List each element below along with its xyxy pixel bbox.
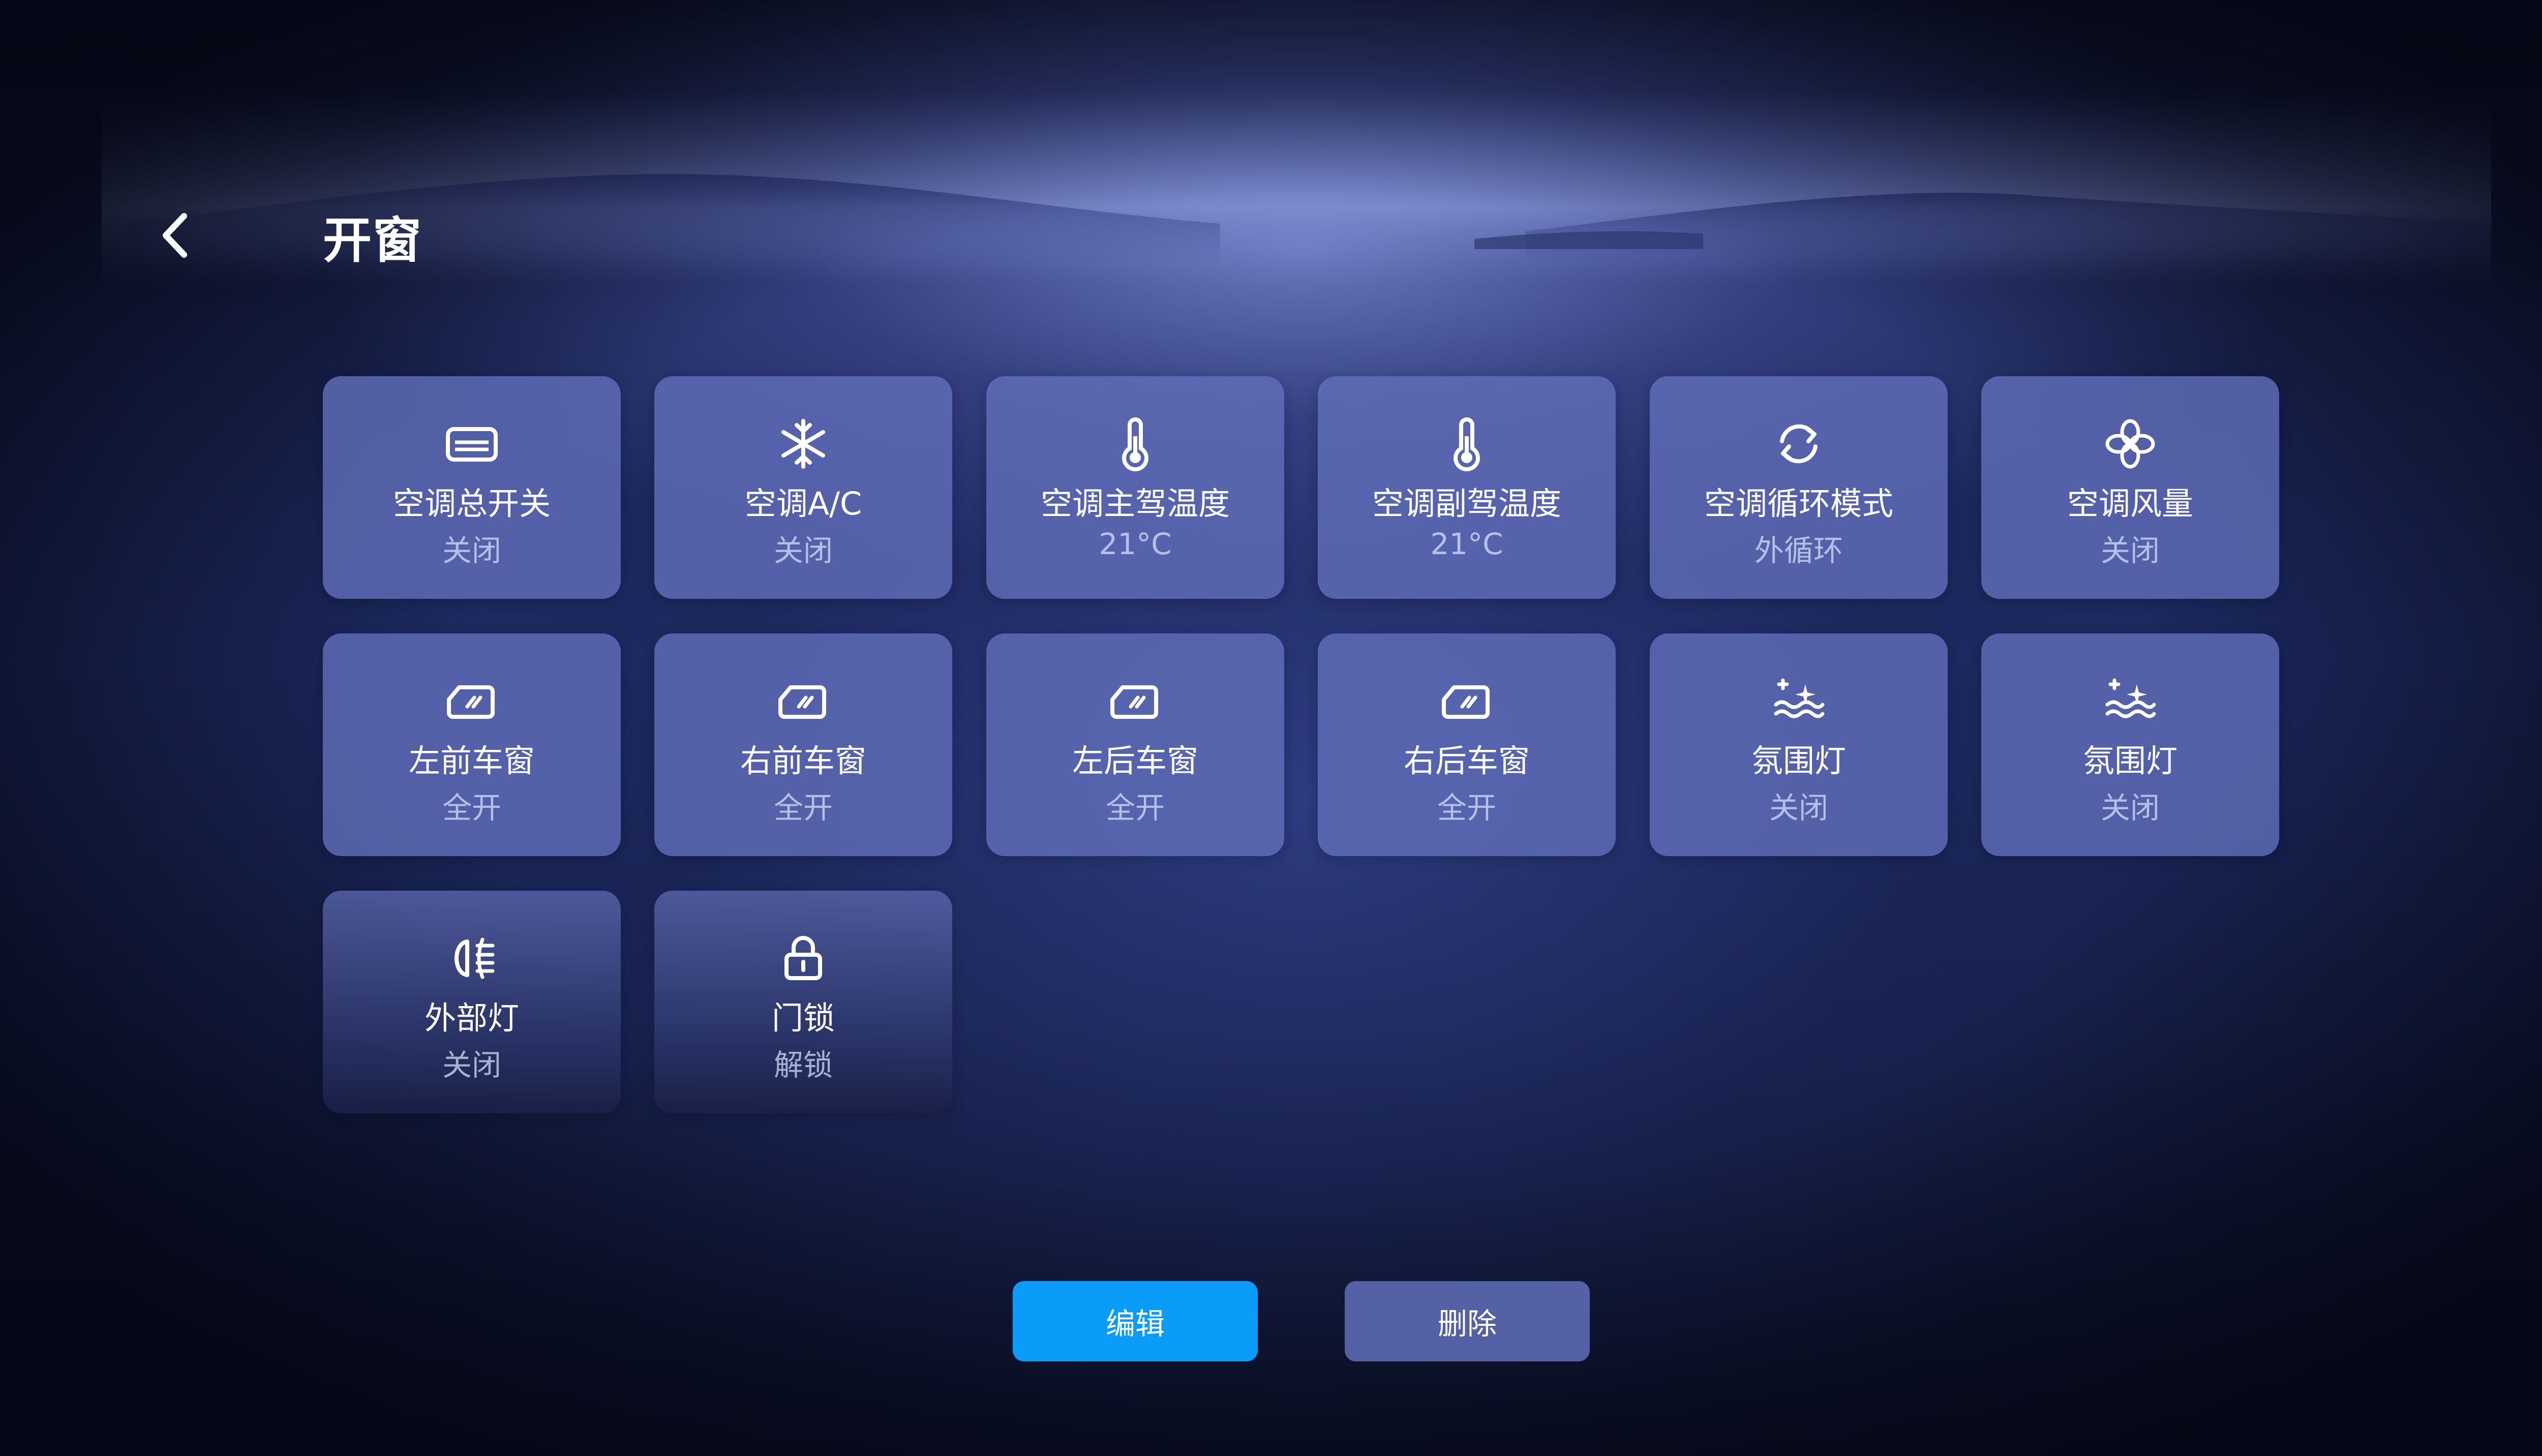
tile-label: 氛围灯 bbox=[1751, 742, 1846, 779]
tile-ambient-light-1[interactable]: 氛围灯 关闭 bbox=[1650, 633, 1948, 856]
tile-label: 门锁 bbox=[771, 999, 835, 1037]
page-title: 开窗 bbox=[323, 212, 422, 269]
fog-light-icon bbox=[444, 930, 500, 986]
tile-value: 全开 bbox=[773, 791, 833, 825]
tile-rear-right-window[interactable]: 右后车窗 全开 bbox=[1318, 633, 1616, 856]
tile-value: 外循环 bbox=[1754, 533, 1843, 568]
tile-value: 关闭 bbox=[442, 1048, 501, 1082]
tile-value: 解锁 bbox=[773, 1048, 833, 1082]
tile-label: 右后车窗 bbox=[1403, 742, 1530, 779]
edit-button[interactable]: 编辑 bbox=[1013, 1281, 1258, 1361]
tile-value: 全开 bbox=[1437, 791, 1496, 825]
tile-label: 右前车窗 bbox=[740, 742, 866, 779]
ac-unit-icon bbox=[444, 416, 500, 472]
tile-label: 空调总开关 bbox=[392, 485, 551, 522]
ambient-light-icon bbox=[2102, 673, 2158, 729]
window-icon bbox=[775, 673, 831, 729]
tile-value: 关闭 bbox=[1769, 791, 1828, 825]
snowflake-icon bbox=[775, 416, 831, 472]
tile-label: 外部灯 bbox=[424, 999, 519, 1037]
tile-passenger-temp[interactable]: 空调副驾温度 21°C bbox=[1318, 376, 1616, 599]
delete-button[interactable]: 删除 bbox=[1345, 1281, 1590, 1361]
tile-label: 空调A/C bbox=[744, 485, 862, 522]
tile-rear-left-window[interactable]: 左后车窗 全开 bbox=[986, 633, 1284, 856]
window-icon bbox=[444, 673, 500, 729]
tile-driver-temp[interactable]: 空调主驾温度 21°C bbox=[986, 376, 1284, 599]
tile-label: 左后车窗 bbox=[1072, 742, 1198, 779]
window-icon bbox=[1439, 673, 1495, 729]
tile-front-left-window[interactable]: 左前车窗 全开 bbox=[323, 633, 621, 856]
fan-icon bbox=[2102, 416, 2158, 472]
tile-fan-speed[interactable]: 空调风量 关闭 bbox=[1981, 376, 2279, 599]
lock-icon bbox=[775, 930, 831, 986]
tile-label: 空调循环模式 bbox=[1704, 485, 1893, 522]
tile-ambient-light-2[interactable]: 氛围灯 关闭 bbox=[1981, 633, 2279, 856]
tile-value: 关闭 bbox=[2100, 791, 2160, 825]
tile-label: 空调风量 bbox=[2067, 485, 2193, 522]
tile-front-right-window[interactable]: 右前车窗 全开 bbox=[654, 633, 952, 856]
tile-label: 空调主驾温度 bbox=[1040, 485, 1230, 522]
tile-value: 全开 bbox=[1105, 791, 1165, 825]
tile-recirculation[interactable]: 空调循环模式 外循环 bbox=[1650, 376, 1948, 599]
tile-label: 左前车窗 bbox=[408, 742, 535, 779]
tile-value: 全开 bbox=[442, 791, 501, 825]
tile-door-lock[interactable]: 门锁 解锁 bbox=[654, 891, 952, 1113]
scene-screen: 开窗 空调总开关 关闭 空调A/C 关闭 空调主驾温度 21°C 空调副驾温度 … bbox=[0, 0, 2542, 1456]
tile-label: 空调副驾温度 bbox=[1372, 485, 1561, 522]
tile-label: 氛围灯 bbox=[2082, 742, 2177, 779]
tile-value: 关闭 bbox=[773, 533, 833, 568]
chevron-left-icon bbox=[158, 210, 193, 263]
back-button[interactable] bbox=[153, 203, 198, 269]
tile-value: 21°C bbox=[1430, 527, 1503, 561]
tile-ac-master[interactable]: 空调总开关 关闭 bbox=[323, 376, 621, 599]
tile-value: 关闭 bbox=[442, 533, 501, 568]
tile-ac-compressor[interactable]: 空调A/C 关闭 bbox=[654, 376, 952, 599]
tile-value: 21°C bbox=[1099, 527, 1172, 561]
thermometer-icon bbox=[1439, 416, 1495, 472]
recirculation-icon bbox=[1771, 416, 1827, 472]
background-hills bbox=[102, 92, 2491, 285]
tile-value: 关闭 bbox=[2100, 533, 2160, 568]
ambient-light-icon bbox=[1771, 673, 1827, 729]
window-icon bbox=[1107, 673, 1163, 729]
thermometer-icon bbox=[1107, 416, 1163, 472]
tile-exterior-light[interactable]: 外部灯 关闭 bbox=[323, 891, 621, 1113]
